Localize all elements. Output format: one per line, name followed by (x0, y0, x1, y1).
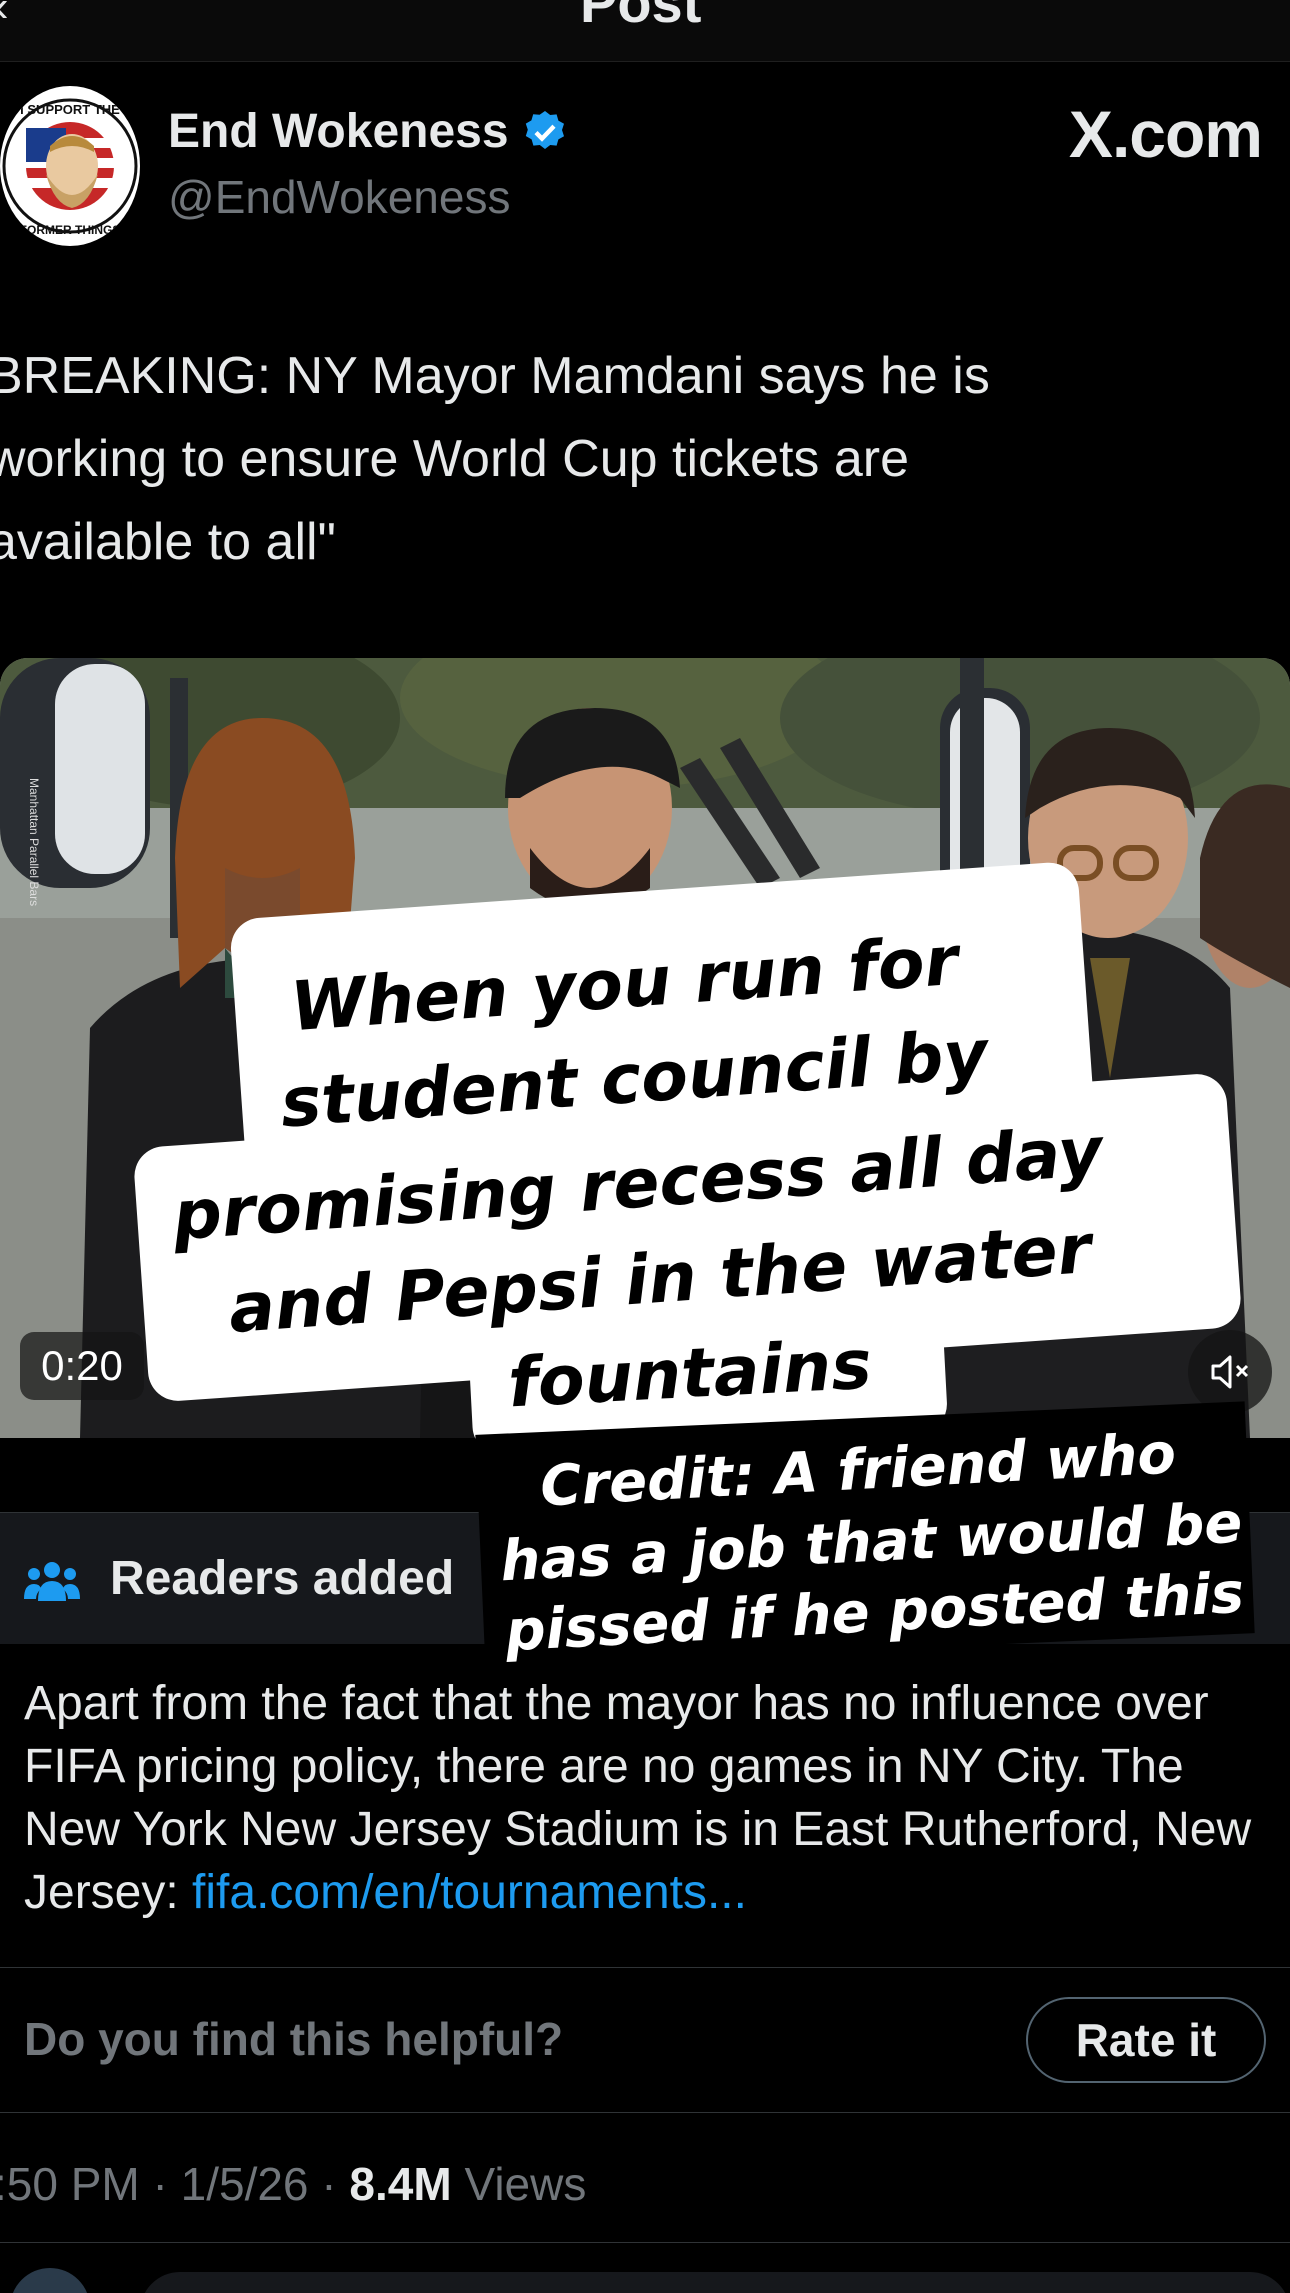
tweet-line: working to ensure World Cup tickets are (0, 430, 909, 488)
meta-separator: · (308, 2158, 350, 2210)
meta-separator: · (139, 2158, 181, 2210)
verified-badge-icon (525, 110, 564, 149)
video-timestamp: 0:20 (20, 1332, 144, 1400)
people-icon (24, 1562, 80, 1601)
views-label: Views (451, 2158, 587, 2210)
divider (0, 2242, 1290, 2243)
avatar[interactable]: I SUPPORT THE FORMER THINGS (0, 86, 140, 246)
author-name[interactable]: End Wokeness (168, 104, 569, 159)
speaker-muted-icon (1211, 1355, 1249, 1389)
helpful-question: Do you find this helpful? (24, 2013, 564, 2065)
post-time: :50 PM (0, 2158, 140, 2210)
views-count[interactable]: 8.4M (349, 2158, 451, 2210)
post-meta: :50 PM · 1/5/26 · 8.4M Views (0, 2157, 586, 2211)
xcom-watermark: X.com (1068, 97, 1263, 171)
reply-avatar[interactable] (10, 2268, 90, 2293)
tweet-text: BREAKING: NY Mayor Mamdani says he is wo… (0, 335, 1258, 584)
post-date: 1/5/26 (180, 2158, 309, 2210)
rate-it-button[interactable]: Rate it (1026, 1997, 1266, 2083)
community-note-text: Apart from the fact that the mayor has n… (24, 1672, 1274, 1924)
sign-text: Manhattan Parallel Bars (27, 778, 41, 906)
reply-input[interactable] (140, 2272, 1290, 2293)
page-title: Post (580, 0, 702, 34)
community-note-link[interactable]: fifa.com/en/tournaments... (192, 1866, 747, 1919)
avatar-text-bottom: FORMER THINGS (20, 223, 121, 237)
avatar-logo-icon: I SUPPORT THE FORMER THINGS (2, 98, 138, 237)
tweet-line: available to all" (0, 513, 337, 571)
top-bar: ‹ Post (0, 0, 1290, 62)
avatar-text-top: I SUPPORT THE (20, 102, 120, 117)
author-name-label: End Wokeness (168, 105, 509, 158)
tweet-line: BREAKING: NY Mayor Mamdani says he is (0, 347, 990, 405)
community-notes-label: Readers added (110, 1552, 455, 1605)
author-handle[interactable]: @EndWokeness (168, 170, 510, 224)
divider (0, 1967, 1290, 1968)
divider (0, 2112, 1290, 2113)
back-arrow-icon[interactable]: ‹ (0, 0, 9, 32)
